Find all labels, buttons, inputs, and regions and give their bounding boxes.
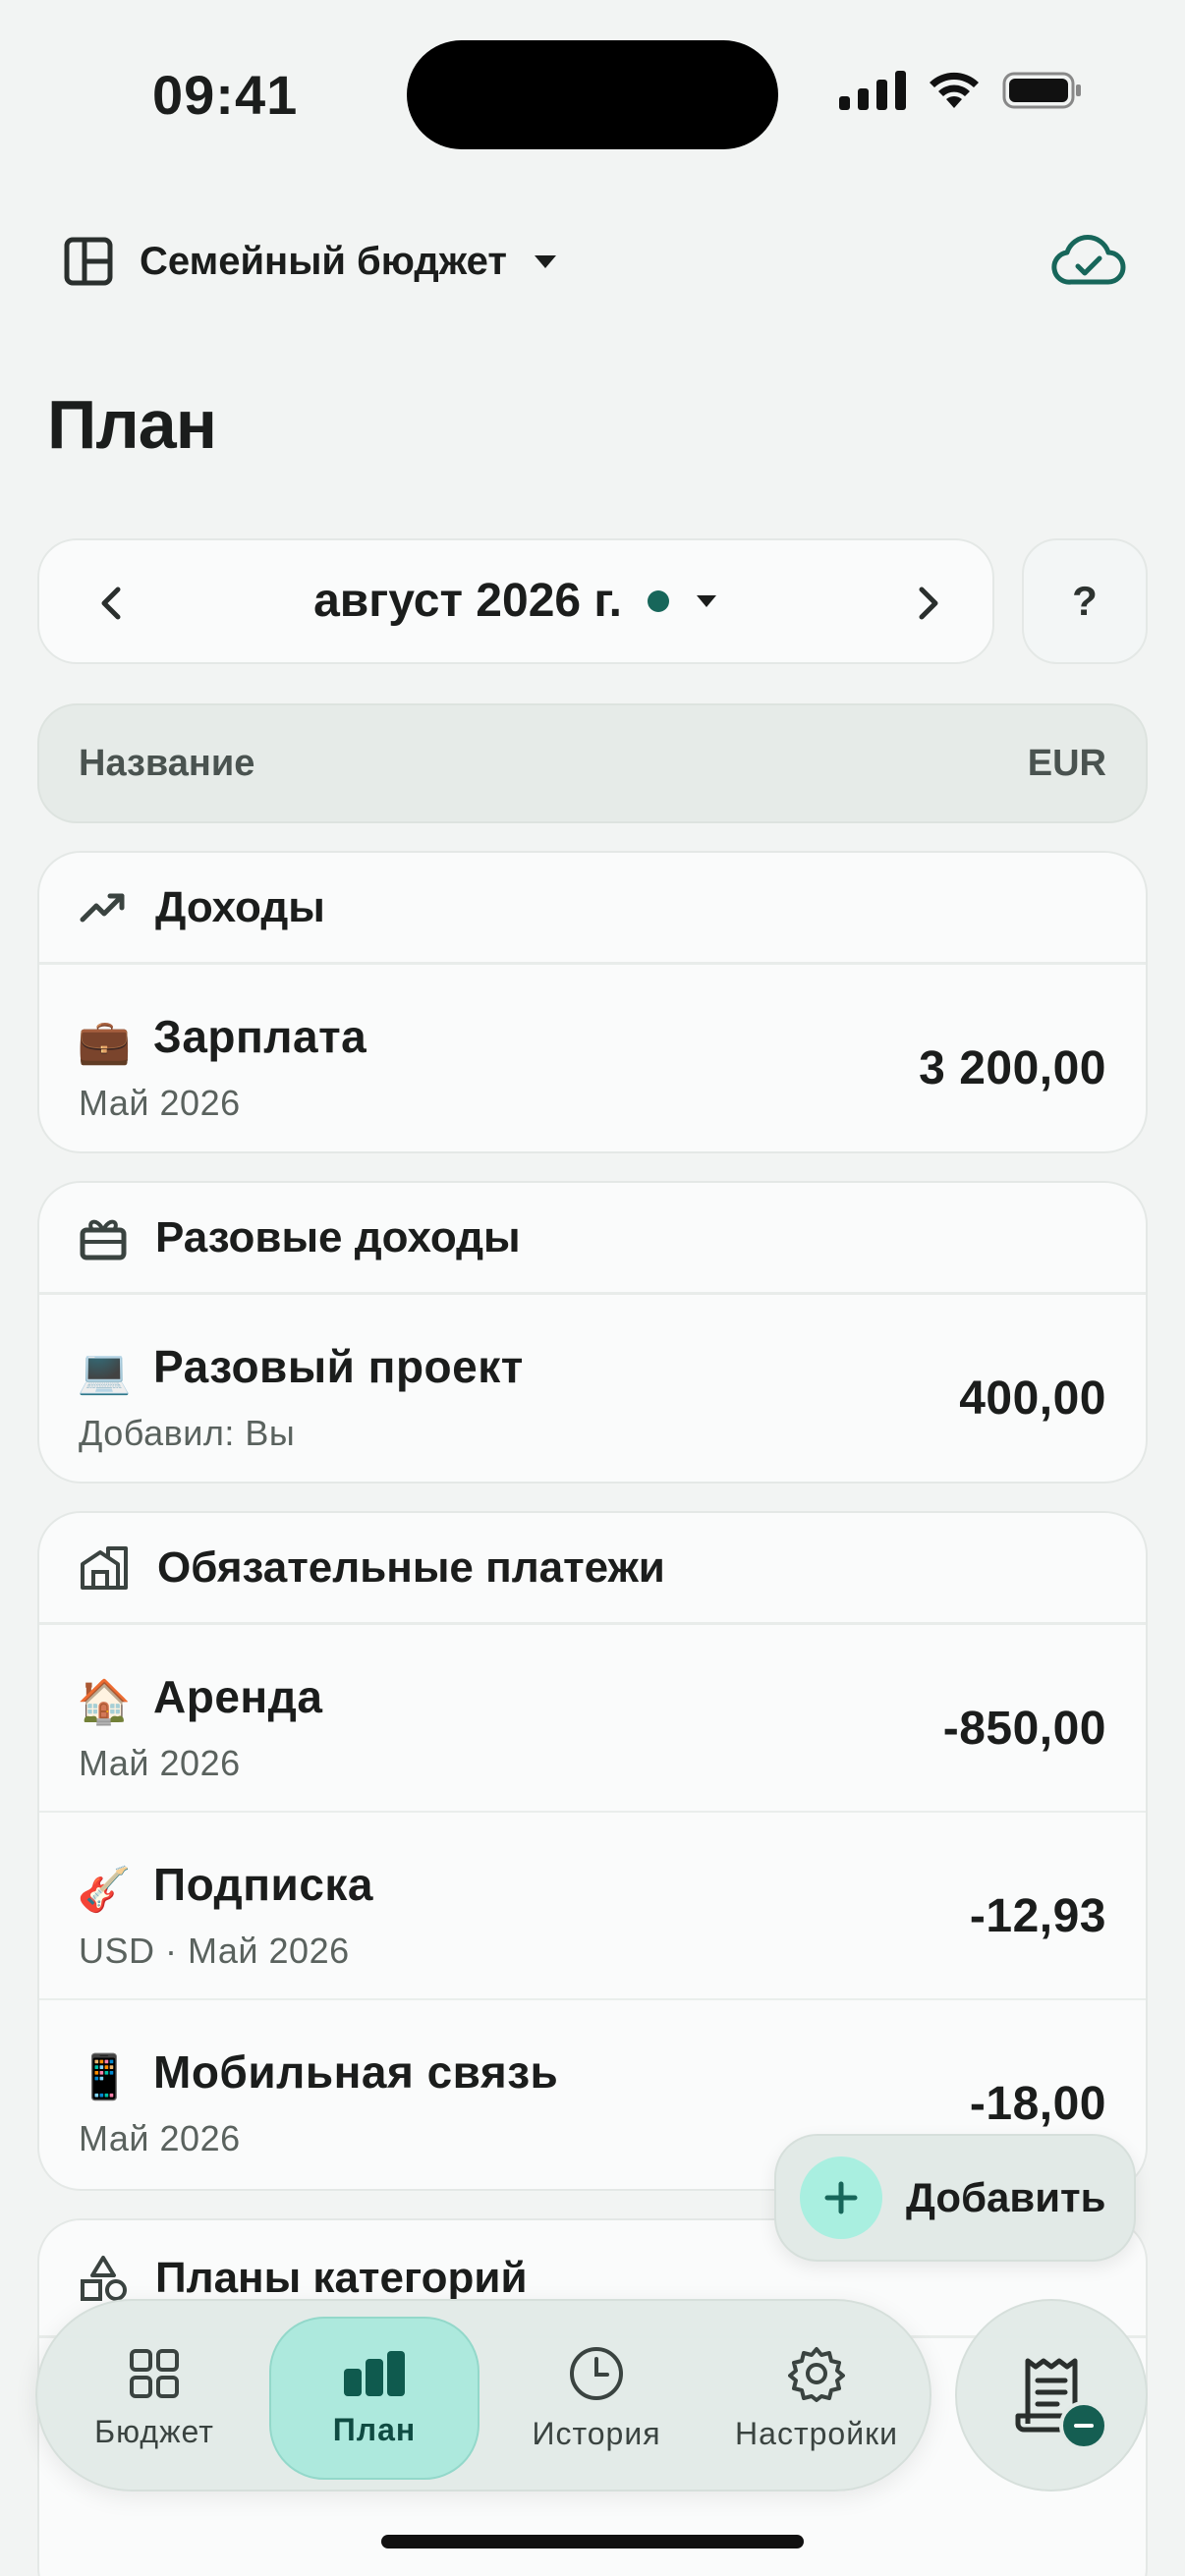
item-title: Подписка	[153, 1859, 374, 1910]
item-amount: -850,00	[942, 1703, 1106, 1755]
item-amount: -18,00	[969, 2078, 1106, 2130]
battery-icon	[1002, 72, 1081, 109]
dynamic-island	[407, 40, 778, 149]
tab-plan[interactable]: План	[269, 2317, 480, 2480]
section-title: Разовые доходы	[155, 1212, 521, 1261]
shapes-icon	[81, 2255, 127, 2301]
expense-quick-button[interactable]	[955, 2299, 1148, 2492]
plus-icon	[800, 2156, 882, 2239]
wifi-icon	[930, 72, 979, 108]
budget-selector[interactable]: Семейный бюджет	[63, 236, 558, 287]
current-month-dot	[647, 589, 669, 612]
item-amount: 3 200,00	[919, 1042, 1106, 1094]
building-icon	[81, 1545, 128, 1590]
budget-name: Семейный бюджет	[140, 239, 507, 283]
list-item[interactable]: 💻 Разовый проект Добавил: Вы 400,00	[39, 1295, 1146, 1482]
add-button-label: Добавить	[906, 2174, 1106, 2220]
section-title: Обязательные платежи	[157, 1542, 665, 1592]
tab-label: История	[532, 2415, 661, 2451]
bar-chart-icon	[344, 2350, 405, 2396]
minus-icon	[1059, 2401, 1108, 2450]
list-item[interactable]: 💼 Зарплата Май 2026 3 200,00	[39, 965, 1146, 1151]
item-amount: -12,93	[969, 1890, 1106, 1942]
currency-column-header: EUR	[1027, 742, 1106, 784]
mandatory-payments-section: Обязательные платежи 🏠 Аренда Май 2026 -…	[37, 1511, 1148, 2191]
tab-label: Настройки	[735, 2415, 898, 2451]
name-column-header: Название	[79, 742, 255, 784]
phone-icon: 📱	[77, 2053, 132, 2101]
guitar-icon: 🎸	[77, 1866, 132, 1914]
section-header: Разовые доходы	[39, 1183, 1146, 1295]
item-title: Зарплата	[153, 1011, 367, 1062]
table-header: Название EUR	[37, 703, 1148, 823]
section-header: Обязательные платежи	[39, 1513, 1146, 1625]
section-title: Доходы	[155, 882, 325, 931]
trending-up-icon	[80, 893, 125, 922]
briefcase-icon: 💼	[77, 1018, 132, 1066]
help-button[interactable]: ?	[1022, 538, 1148, 664]
gift-icon	[80, 1219, 127, 1260]
item-subtitle: Добавил: Вы	[79, 1413, 296, 1453]
status-icons	[839, 71, 1083, 110]
section-header: Доходы	[39, 853, 1146, 965]
layout-icon	[64, 237, 113, 286]
month-picker[interactable]: август 2026 г.	[39, 574, 992, 628]
bottom-tabbar: Бюджет План История Настройки	[35, 2299, 931, 2492]
income-section: Доходы 💼 Зарплата Май 2026 3 200,00	[37, 851, 1148, 1153]
item-amount: 400,00	[959, 1372, 1106, 1425]
gear-icon	[788, 2346, 845, 2402]
item-title: Разовый проект	[153, 1341, 524, 1392]
section-title: Планы категорий	[155, 2253, 528, 2302]
item-title: Мобильная связь	[153, 2046, 559, 2098]
chevron-down-icon	[534, 255, 556, 268]
laptop-icon: 💻	[77, 1348, 132, 1396]
tab-settings[interactable]: Настройки	[711, 2317, 922, 2480]
house-icon: 🏠	[77, 1678, 132, 1726]
tab-label: Бюджет	[94, 2413, 214, 2449]
item-subtitle: USD · Май 2026	[79, 1931, 350, 1971]
cloud-check-icon	[1051, 235, 1126, 285]
one-time-income-section: Разовые доходы 💻 Разовый проект Добавил:…	[37, 1181, 1148, 1484]
month-navigator: август 2026 г.	[37, 538, 994, 664]
clock-icon	[570, 2346, 623, 2400]
sync-button[interactable]	[1051, 231, 1126, 293]
cellular-signal-icon	[839, 71, 906, 110]
list-item[interactable]: 🏠 Аренда Май 2026 -850,00	[39, 1625, 1146, 1813]
tab-label: План	[332, 2411, 417, 2447]
home-indicator	[381, 2535, 804, 2548]
item-subtitle: Май 2026	[79, 1743, 241, 1783]
tab-history[interactable]: История	[491, 2317, 702, 2480]
grid-icon	[130, 2348, 179, 2398]
add-button[interactable]: Добавить	[774, 2134, 1136, 2262]
page-title: План	[47, 386, 217, 463]
tab-budget[interactable]: Бюджет	[49, 2317, 259, 2480]
chevron-down-icon	[696, 594, 716, 607]
item-subtitle: Май 2026	[79, 2118, 241, 2158]
chevron-right-icon[interactable]	[902, 578, 953, 629]
list-item[interactable]: 🎸 Подписка USD · Май 2026 -12,93	[39, 1813, 1146, 2000]
item-title: Аренда	[153, 1671, 323, 1722]
item-subtitle: Май 2026	[79, 1083, 241, 1123]
status-time: 09:41	[152, 64, 299, 126]
month-label: август 2026 г.	[313, 575, 622, 627]
